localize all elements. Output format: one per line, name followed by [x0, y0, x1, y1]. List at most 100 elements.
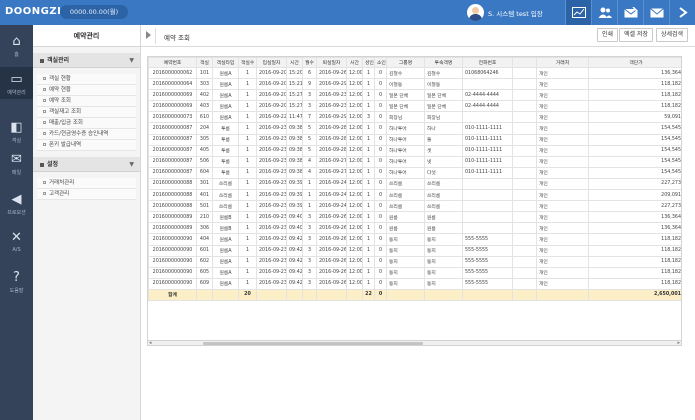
section-settings[interactable]: 설정 ▼: [33, 157, 140, 172]
table-cell: 개인: [536, 89, 589, 102]
table-row[interactable]: 2016000000087 506 투룸 1 2016-09-23 09:38 4 2016-…: [148, 155, 681, 168]
table-cell: 2016-09-23: [316, 100, 347, 113]
nav-item-mail[interactable]: ✉ 메일: [0, 147, 33, 179]
side-link-sales[interactable]: 매출/입금 조회: [37, 118, 136, 129]
table-row[interactable]: 2016000000088 401 쓰리룸 1 2016-09-23 09:39 1 2016…: [148, 189, 681, 202]
column-header[interactable]: [512, 57, 537, 68]
side-link-room-status[interactable]: 객실 현황: [37, 74, 136, 85]
column-header[interactable]: 입실일자: [256, 57, 287, 68]
table-cell: 1: [302, 189, 317, 202]
app-logo[interactable]: DOONGZI: [5, 6, 61, 17]
nav-item-room[interactable]: ◧ 객실: [0, 115, 33, 147]
table-row[interactable]: 2016000000087 604 투룸 1 2016-09-23 09:38 4 2016-…: [148, 166, 681, 179]
table-cell: 1: [362, 200, 375, 213]
users-icon[interactable]: [591, 0, 617, 25]
section-room-management[interactable]: 객실관리 ▼: [33, 53, 140, 68]
scrollbar-thumb[interactable]: [203, 342, 423, 345]
table-cell: 09:42: [286, 266, 303, 279]
column-header[interactable]: 객실: [196, 57, 213, 68]
nav-item-help[interactable]: ? 도움말: [0, 265, 33, 297]
column-header[interactable]: 거래처: [536, 57, 589, 68]
table-cell: 투룸: [212, 133, 239, 146]
side-link-phonekey[interactable]: 폰키 발급내역: [37, 140, 136, 151]
side-link-customer[interactable]: 고객관리: [37, 189, 136, 200]
side-link-partner[interactable]: 거래처관리: [37, 178, 136, 189]
forward-icon[interactable]: [669, 0, 695, 25]
table-cell: 2016000000089: [148, 222, 197, 235]
detail-search-button[interactable]: 상세검색: [656, 28, 689, 42]
column-header[interactable]: 예약번호: [148, 57, 197, 68]
collapse-arrow-icon[interactable]: [146, 31, 151, 39]
column-header[interactable]: 객실타입: [212, 57, 239, 68]
table-cell: 204: [196, 122, 213, 135]
nav-item-reservation[interactable]: ▭ 예약관리: [0, 67, 33, 99]
table-cell: 1: [362, 66, 375, 80]
total-cell: [256, 288, 287, 301]
chart-icon[interactable]: [565, 0, 591, 25]
table-row[interactable]: 2016000000087 405 투룸 1 2016-09-23 09:38 5 2016-…: [148, 144, 681, 157]
table-row[interactable]: 2016000000090 609 원룸A 1 2016-09-23 09:42 3 2016…: [148, 277, 681, 290]
table-row[interactable]: 2016000000069 403 원룸A 1 2016-09-20 15:27 3 2016…: [148, 100, 681, 113]
table-row[interactable]: 2016000000089 306 원룸B 1 2016-09-23 09:40 3 2016…: [148, 222, 681, 235]
table-row[interactable]: 2016000000088 301 쓰리룸 1 2016-09-23 09:39 1 2016…: [148, 177, 681, 191]
bullet-icon: [43, 110, 46, 113]
nav-item-promotion[interactable]: ◀ 프로모션: [0, 187, 33, 219]
mail-icon[interactable]: [643, 0, 669, 25]
total-cell: [302, 288, 317, 301]
table-row[interactable]: 2016000000087 305 투룸 1 2016-09-23 09:38 5 2016-…: [148, 133, 681, 146]
scroll-left-icon[interactable]: ◂: [149, 340, 152, 346]
table-cell: 15:20: [286, 66, 303, 80]
table-cell: 1: [362, 144, 375, 157]
table-cell: 2016-09-26: [316, 211, 347, 224]
horizontal-scrollbar[interactable]: ◂ ▸: [147, 340, 682, 346]
monitor-icon: ▭: [10, 72, 23, 87]
scroll-right-icon[interactable]: ▸: [677, 340, 680, 346]
table-cell: 010-1111-1111: [462, 122, 513, 135]
side-link-card-approval[interactable]: 카드/현금영수증 승인내역: [37, 129, 136, 140]
column-header[interactable]: 투숙객명: [424, 57, 463, 68]
table-row[interactable]: 2016000000062 101 원룸A 1 2016-09-20 15:20 6 2016…: [148, 66, 681, 80]
table-row[interactable]: 2016000000090 404 원룸A 1 2016-09-23 09:42 3 2016…: [148, 233, 681, 246]
column-header[interactable]: 객실수: [238, 57, 257, 68]
table-row[interactable]: 2016000000064 303 원룸A 1 2016-09-20 15:21 9 2016…: [148, 78, 681, 91]
column-header[interactable]: 소인: [374, 57, 387, 68]
column-header[interactable]: 시간: [346, 57, 363, 68]
table-row[interactable]: 2016000000069 402 원룸A 1 2016-09-20 15:27 3 2016…: [148, 89, 681, 102]
tools-icon: ✕: [11, 230, 22, 245]
nav-item-home[interactable]: ⌂ 홈: [0, 29, 33, 61]
table-row[interactable]: 2016000000090 601 원룸A 1 2016-09-23 09:42 3 2016…: [148, 244, 681, 257]
side-link-reservation-search[interactable]: 예약 조회: [37, 96, 136, 107]
column-header[interactable]: 그룹명: [386, 57, 425, 68]
side-link-room-stock[interactable]: 객실재고 조회: [37, 107, 136, 118]
column-header[interactable]: 객단가: [588, 57, 681, 68]
table-cell: 09:40: [286, 222, 303, 235]
table-row[interactable]: 2016000000087 204 투룸 1 2016-09-23 09:38 5 2016-…: [148, 122, 681, 135]
table-row[interactable]: 2016000000090 602 원룸A 1 2016-09-23 09:42 3 2016…: [148, 255, 681, 268]
table-cell: 2016-09-26: [316, 266, 347, 279]
table-cell: 210: [196, 211, 213, 224]
nav-item-as[interactable]: ✕ A/S: [0, 225, 33, 257]
table-row[interactable]: 2016000000073 610 원룸A 1 2016-09-22 11:47 7 2016…: [148, 111, 681, 124]
table-row[interactable]: 2016000000088 501 쓰리룸 1 2016-09-23 09:39 1 2016…: [148, 200, 681, 213]
table-row[interactable]: 2016000000089 210 원룸B 1 2016-09-23 09:40 3 2016…: [148, 211, 681, 224]
side-link-reservation-status[interactable]: 예약 현황: [37, 85, 136, 96]
user-info[interactable]: S. 시스템 test 입장: [467, 4, 543, 21]
column-header[interactable]: 전화번호: [462, 57, 513, 68]
table-cell: 09:42: [286, 233, 303, 246]
reservation-grid[interactable]: 예약번호 객실 객실타입 객실수 입실일자 시간 월수 퇴실일자 시간 성인 소인 그룹명 투숙객명 전화…: [147, 56, 682, 342]
column-header[interactable]: 시간: [286, 57, 303, 68]
envelope-tools-icon[interactable]: [617, 0, 643, 25]
print-button[interactable]: 인쇄: [597, 28, 619, 42]
excel-save-button[interactable]: 엑셀 저장: [619, 28, 653, 42]
column-header[interactable]: 월수: [302, 57, 317, 68]
table-row[interactable]: 2016000000090 605 원룸A 1 2016-09-23 09:42 3 2016…: [148, 266, 681, 279]
total-cell: 합계: [148, 288, 197, 301]
table-cell: 이철동: [386, 78, 425, 91]
column-header[interactable]: 성인: [362, 57, 375, 68]
table-cell: 2016-09-29: [316, 111, 347, 124]
home-icon: ⌂: [12, 34, 21, 49]
table-cell: 2016000000087: [148, 144, 197, 157]
table-cell: 2016000000088: [148, 200, 197, 213]
table-cell: 원룸: [386, 222, 425, 235]
column-header[interactable]: 퇴실일자: [316, 57, 347, 68]
